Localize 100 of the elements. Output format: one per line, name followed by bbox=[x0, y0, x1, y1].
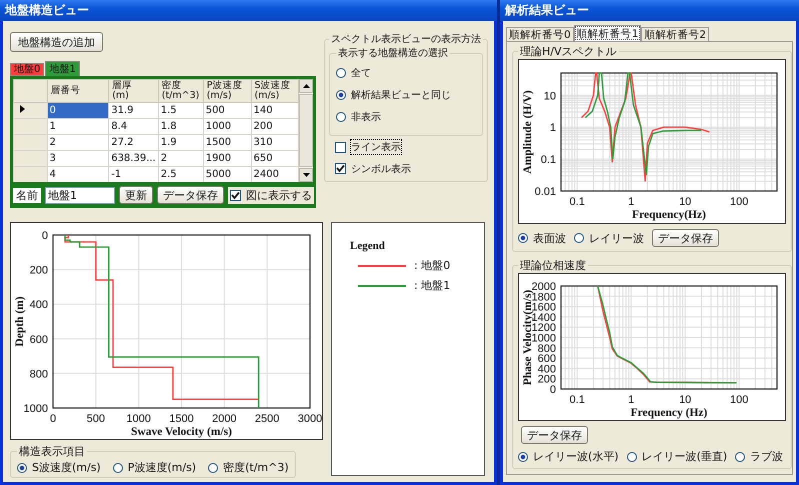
tick-label: 10 bbox=[544, 90, 556, 102]
table-cell[interactable]: 1.5 bbox=[158, 102, 204, 118]
table-cell[interactable]: 1.8 bbox=[158, 118, 204, 134]
tick-label: 0.1 bbox=[570, 196, 585, 208]
add-structure-button[interactable]: 地盤構造の追加 bbox=[10, 32, 103, 52]
radio-label[interactable]: 非表示 bbox=[351, 110, 381, 124]
ground-tab[interactable]: 地盤1 bbox=[45, 61, 80, 76]
tick-label: 400 bbox=[30, 299, 48, 312]
table-cell[interactable]: 500 bbox=[203, 102, 251, 118]
checkbox-label[interactable]: ライン表示 bbox=[351, 140, 401, 154]
radio-label[interactable]: S波速度(m/s) bbox=[32, 460, 101, 475]
axis-title: Amplitude (H/V) bbox=[522, 90, 534, 174]
radio-label[interactable]: 全て bbox=[351, 66, 371, 80]
radio-label[interactable]: P波速度(m/s) bbox=[128, 460, 196, 475]
table-cell[interactable]: 1500 bbox=[203, 134, 251, 150]
radio-button[interactable] bbox=[336, 112, 346, 122]
radio-label[interactable]: 密度(t/m^3) bbox=[223, 460, 289, 475]
save-data-button[interactable]: データ保存 bbox=[157, 186, 224, 204]
table-cell[interactable]: 1000 bbox=[203, 118, 251, 134]
group-title: スペクトル表示ビューの表示方法 bbox=[330, 32, 482, 46]
tick-label: 600 bbox=[30, 334, 48, 346]
tick-label: 0.1 bbox=[570, 394, 585, 406]
radio-label[interactable]: レイリー波(垂直) bbox=[642, 449, 728, 464]
scroll-up-icon[interactable] bbox=[299, 79, 313, 93]
group-title: 理論H/Vスペクトル bbox=[519, 44, 618, 59]
table-cell[interactable]: -1 bbox=[108, 166, 158, 182]
table-cell[interactable]: 4 bbox=[47, 166, 109, 182]
radio-button[interactable] bbox=[518, 452, 528, 462]
checkbox-label[interactable]: シンボル表示 bbox=[351, 162, 411, 176]
tick-label: 0 bbox=[550, 384, 556, 396]
tick-label: 10 bbox=[679, 394, 692, 406]
tick-label: 1600 bbox=[532, 302, 556, 314]
checkbox[interactable] bbox=[335, 163, 346, 174]
table-cell[interactable]: 2 bbox=[47, 134, 109, 150]
radio-button[interactable] bbox=[735, 452, 746, 462]
table-cell[interactable]: 1 bbox=[47, 118, 109, 134]
tick-label: 600 bbox=[538, 353, 556, 366]
radio-label[interactable]: 表面波 bbox=[533, 230, 566, 246]
column-header: 密度 (t/m^3) bbox=[158, 80, 204, 102]
table-cell[interactable]: 1900 bbox=[203, 150, 251, 166]
tab[interactable]: 順解析番号0 bbox=[506, 27, 574, 41]
current-row-icon bbox=[20, 105, 25, 113]
tick-label: 10 bbox=[679, 196, 692, 208]
tick-label: 0.1 bbox=[540, 154, 556, 166]
tick-label: 1800 bbox=[532, 291, 556, 304]
radio-button[interactable] bbox=[626, 452, 637, 462]
tick-label: 2000 bbox=[532, 281, 556, 293]
radio-button[interactable] bbox=[17, 462, 27, 472]
tick-label: 400 bbox=[538, 363, 556, 376]
row-header[interactable] bbox=[14, 102, 48, 118]
column-header: S波速度 (m/s) bbox=[251, 80, 299, 102]
name-field[interactable]: 地盤1 bbox=[45, 186, 115, 204]
tick-label: 800 bbox=[30, 368, 48, 380]
table-cell[interactable]: 31.9 bbox=[108, 102, 158, 118]
radio-label[interactable]: レイリー波(水平) bbox=[533, 449, 619, 464]
table-cell[interactable]: 1.9 bbox=[158, 134, 204, 150]
tab[interactable]: 順解析番号2 bbox=[641, 27, 710, 41]
column-header: P波速度 (m/s) bbox=[203, 80, 251, 102]
tick-label: 1500 bbox=[169, 413, 194, 425]
scroll-thumb[interactable] bbox=[299, 94, 313, 167]
table-cell[interactable]: 2 bbox=[158, 150, 204, 166]
save-data-button[interactable]: データ保存 bbox=[652, 229, 719, 247]
table-cell[interactable]: 0 bbox=[47, 102, 109, 118]
ground-tab[interactable]: 地盤0 bbox=[10, 63, 44, 76]
checkbox[interactable] bbox=[230, 190, 241, 200]
update-button[interactable]: 更新 bbox=[119, 186, 153, 204]
legend-label: : 地盤1 bbox=[414, 278, 450, 293]
column-header: 層厚 (m) bbox=[108, 80, 158, 102]
axis-title: Depth (m) bbox=[14, 296, 26, 347]
window-title: 解析結果ビュー bbox=[505, 2, 589, 19]
tick-label: 1 bbox=[628, 394, 634, 406]
scroll-down-icon[interactable] bbox=[299, 168, 313, 182]
axis-title: Frequency (Hz) bbox=[630, 407, 708, 419]
radio-button[interactable] bbox=[336, 68, 346, 78]
radio-label[interactable]: レイリー波 bbox=[589, 230, 644, 246]
tick-label: 2500 bbox=[254, 413, 280, 425]
vertical-scrollbar[interactable] bbox=[299, 79, 313, 182]
group-title: 理論位相速度 bbox=[519, 258, 587, 273]
tick-label: 1 bbox=[628, 196, 634, 208]
radio-button[interactable] bbox=[112, 462, 123, 472]
radio-label[interactable]: ラブ波 bbox=[750, 449, 784, 464]
tick-label: 1000 bbox=[24, 403, 48, 415]
tick-label: 1400 bbox=[532, 312, 556, 324]
table-cell[interactable]: 27.2 bbox=[108, 134, 158, 150]
radio-button[interactable] bbox=[518, 233, 528, 243]
radio-button[interactable] bbox=[574, 233, 584, 243]
tick-label: 3000 bbox=[298, 413, 322, 425]
table-cell[interactable]: 3 bbox=[47, 150, 109, 166]
tick-label: 1000 bbox=[126, 413, 151, 425]
radio-button[interactable] bbox=[336, 90, 346, 100]
tick-label: 100 bbox=[730, 196, 748, 208]
radio-button[interactable] bbox=[208, 462, 218, 472]
save-data-button[interactable]: データ保存 bbox=[521, 426, 588, 444]
table-cell[interactable]: 638.39... bbox=[108, 150, 158, 166]
group-title: 構造表示項目 bbox=[18, 444, 86, 459]
tab[interactable]: 順解析番号1 bbox=[574, 25, 642, 41]
radio-label[interactable]: 解析結果ビューと同じ bbox=[351, 88, 451, 102]
legend-title: Legend bbox=[350, 240, 386, 252]
table-cell[interactable]: 8.4 bbox=[108, 118, 158, 134]
checkbox[interactable] bbox=[335, 142, 346, 152]
